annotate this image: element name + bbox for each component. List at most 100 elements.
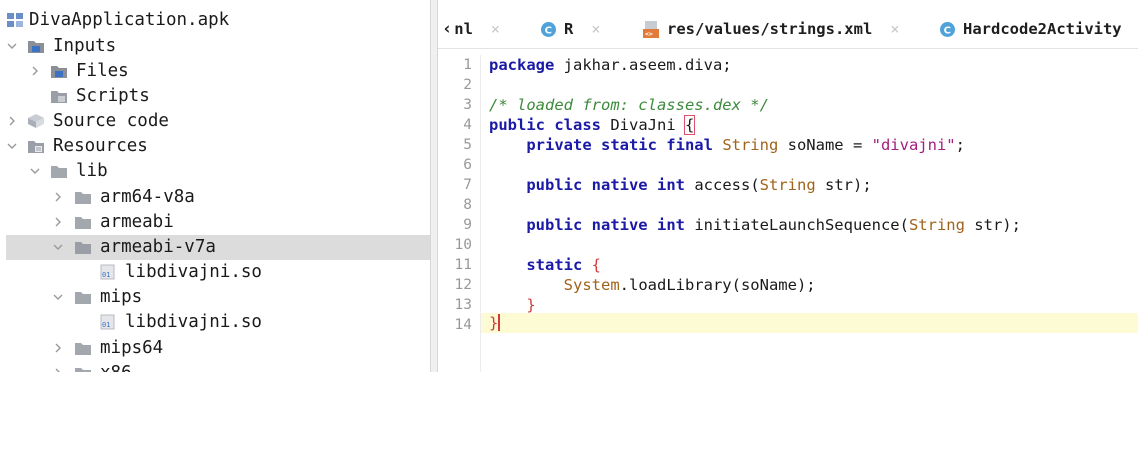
chevron-right-icon[interactable] — [52, 342, 64, 354]
tree-item-label: arm64-v8a — [100, 187, 195, 207]
chevron-right-icon[interactable] — [52, 367, 64, 372]
tree-item-label: Files — [76, 61, 129, 81]
comment: /* loaded from: classes.dex */ — [489, 96, 769, 114]
tree-item-files[interactable]: Files — [0, 59, 430, 84]
keyword: class — [554, 116, 602, 134]
folder-icon — [75, 343, 91, 355]
tree-item-label: mips64 — [100, 338, 164, 358]
tree-item-mips[interactable]: mips — [0, 285, 430, 310]
tab-strings-xml[interactable]: <> res/values/strings.xml × — [642, 10, 899, 48]
close-icon[interactable]: × — [591, 20, 600, 38]
chevron-right-icon[interactable] — [52, 216, 64, 228]
code-text: jakhar.aseem.diva; — [554, 56, 732, 74]
tree-item-armeabi[interactable]: armeabi — [0, 210, 430, 235]
chevron-right-icon[interactable] — [6, 115, 18, 127]
tab-nl[interactable]: ‹ nl × — [442, 10, 500, 48]
panel-splitter[interactable] — [430, 0, 438, 372]
folder-icon — [51, 66, 67, 78]
code-area[interactable]: package jakhar.aseem.diva; /* loaded fro… — [481, 55, 1138, 372]
chevron-down-icon[interactable] — [52, 291, 64, 303]
project-tree: DivaApplication.apk Inputs Files Scripts — [0, 0, 430, 372]
tree-item-apk[interactable]: DivaApplication.apk — [0, 8, 430, 33]
keyword: private static final — [526, 136, 713, 154]
package-icon — [28, 114, 44, 128]
chevron-left-icon[interactable]: ‹ — [442, 19, 452, 39]
code-text: access( — [685, 176, 760, 194]
tree-item-scripts[interactable]: Scripts — [0, 84, 430, 109]
chevron-down-icon[interactable] — [52, 241, 64, 253]
current-line-highlight — [481, 313, 1138, 333]
folder-icon — [75, 192, 91, 204]
tree-item-label: mips — [100, 287, 143, 307]
tab-label: R — [564, 20, 574, 38]
tab-r[interactable]: C R × — [540, 10, 600, 48]
string-literal: "divajni" — [871, 136, 956, 154]
matched-brace: { — [683, 115, 696, 135]
line-number: 4 — [463, 117, 472, 133]
type: System — [563, 276, 620, 294]
tree-item-lib[interactable]: lib — [0, 159, 430, 184]
keyword: public native — [526, 176, 648, 194]
line-number: 14 — [454, 317, 472, 333]
code-text: str); — [964, 216, 1021, 234]
text-caret — [498, 314, 501, 331]
code-text: ; — [955, 136, 965, 154]
line-number: 13 — [454, 297, 472, 313]
folder-icon — [75, 242, 91, 254]
tree-item-label: Source code — [53, 111, 169, 131]
code-line-14: } — [489, 313, 501, 333]
tree-item-armeabi-v7a[interactable]: armeabi-v7a — [6, 235, 430, 260]
chevron-down-icon[interactable] — [6, 140, 18, 152]
folder-icon — [51, 91, 67, 103]
chevron-right-icon[interactable] — [29, 65, 41, 77]
folder-icon — [75, 368, 91, 372]
chevron-right-icon[interactable] — [52, 191, 64, 203]
tree-item-source-code[interactable]: Source code — [0, 109, 430, 134]
svg-text:01: 01 — [102, 321, 110, 329]
code-line-13: } — [489, 295, 535, 315]
tree-item-label: Inputs — [53, 36, 117, 56]
code-editor: ‹ nl × C R × <> res/values/strings.xml × — [438, 0, 1138, 372]
keyword: public — [489, 116, 545, 134]
code-line-5: private static final String soName = "di… — [489, 135, 965, 155]
code-text: { — [582, 256, 601, 274]
tree-item-x86[interactable]: x86 — [0, 361, 430, 372]
apk-icon — [7, 13, 23, 27]
tree-item-resources[interactable]: Resources — [0, 134, 430, 159]
tree-item-arm64-v8a[interactable]: arm64-v8a — [0, 185, 430, 210]
chevron-down-icon[interactable] — [29, 165, 41, 177]
tab-label: res/values/strings.xml — [667, 20, 873, 38]
line-number: 6 — [463, 157, 472, 173]
line-number: 5 — [463, 137, 472, 153]
code-line-9: public native int initiateLaunchSequence… — [489, 215, 1021, 235]
code-text: str); — [815, 176, 872, 194]
line-number: 7 — [463, 177, 472, 193]
keyword: int — [657, 216, 685, 234]
tab-hardcode2activity[interactable]: C Hardcode2Activity — [939, 10, 1122, 48]
folder-icon — [51, 166, 67, 178]
tree-item-label: armeabi — [100, 212, 174, 232]
brace: } — [489, 314, 499, 332]
code-text: soName = — [778, 136, 872, 154]
svg-text:C: C — [944, 25, 951, 36]
tree-item-label: Scripts — [76, 86, 150, 106]
class-name: DivaJni — [601, 116, 686, 134]
line-number: 1 — [463, 57, 472, 73]
type: String — [759, 176, 816, 194]
chevron-down-icon[interactable] — [6, 40, 18, 52]
tree-item-libdivajni-so[interactable]: 01 libdivajni.so — [0, 260, 430, 285]
folder-icon — [75, 292, 91, 304]
type: String — [722, 136, 779, 154]
tree-item-label: x86 — [100, 362, 132, 372]
tree-item-mips64[interactable]: mips64 — [0, 336, 430, 361]
binary-file-icon: 01 — [100, 264, 115, 280]
tree-item-inputs[interactable]: Inputs — [0, 34, 430, 59]
close-icon[interactable]: × — [491, 20, 500, 38]
line-number: 12 — [454, 277, 472, 293]
close-icon[interactable]: × — [890, 20, 899, 38]
jadx-window: DivaApplication.apk Inputs Files Scripts — [0, 0, 1138, 372]
svg-text:01: 01 — [102, 271, 110, 279]
resources-folder-icon — [28, 141, 44, 153]
keyword: package — [489, 56, 555, 74]
tree-item-libdivajni-so[interactable]: 01 libdivajni.so — [0, 310, 430, 335]
